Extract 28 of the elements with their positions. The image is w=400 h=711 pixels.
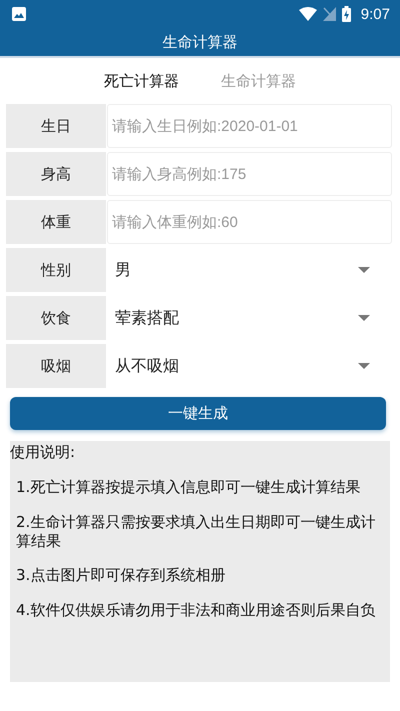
- dropdown-arrow-icon: [358, 267, 370, 273]
- battery-charging-icon: [342, 6, 351, 22]
- field-label: 生日: [6, 104, 106, 148]
- instruction-text: 1.死亡计算器按提示填入信息即可一键生成计算结果: [15, 478, 362, 497]
- field-label: 身高: [6, 152, 106, 196]
- instruction-text: 4.软件仅供娱乐请勿用于非法和商业用途否则后果自负: [15, 601, 376, 620]
- dropdown-arrow-icon: [358, 363, 370, 369]
- dropdown[interactable]: 男: [107, 248, 392, 292]
- dropdown[interactable]: 从不吸烟: [107, 344, 392, 388]
- field-label: 体重: [6, 200, 106, 244]
- app-title: 生命计算器: [162, 32, 238, 52]
- clock-time: 9:07: [360, 6, 390, 22]
- field-label: 性别: [6, 248, 106, 292]
- no-signal-icon: [322, 7, 336, 21]
- wifi-icon: [298, 7, 317, 21]
- image-icon: [12, 7, 26, 21]
- instruction-text: 3.点击图片即可保存到系统相册: [15, 566, 226, 585]
- dropdown[interactable]: 荤素搭配: [107, 296, 392, 340]
- instruction-text: 2.生命计算器只需按要求填入出生日期即可一键生成计算结果: [15, 512, 376, 550]
- tab[interactable]: 死亡计算器: [104, 68, 179, 94]
- input-field[interactable]: 请输入身高例如:175: [107, 152, 392, 196]
- input-field[interactable]: 请输入体重例如:60: [107, 200, 392, 244]
- field-label: 吸烟: [6, 344, 106, 388]
- field-label: 饮食: [6, 296, 106, 340]
- dropdown-arrow-icon: [358, 315, 370, 321]
- instructions-heading: 使用说明:: [10, 443, 76, 462]
- input-field[interactable]: 请输入生日例如:2020-01-01: [107, 104, 392, 148]
- generate-button[interactable]: 一键生成: [10, 397, 386, 430]
